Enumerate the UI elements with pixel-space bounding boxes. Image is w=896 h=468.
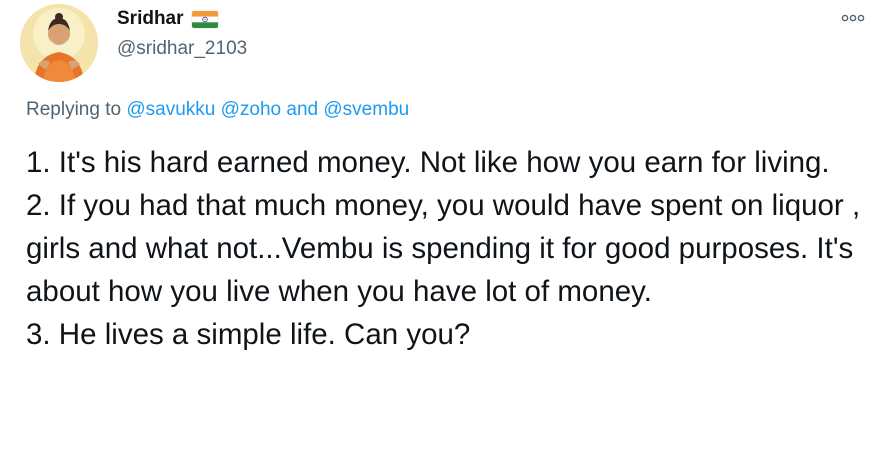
tweet-line: 1. It's his hard earned money. Not like … xyxy=(26,146,830,179)
avatar-image xyxy=(20,4,98,82)
tweet-card: Sridhar @sridhar_2103 Replying to @savuk… xyxy=(0,0,896,468)
user-info: Sridhar @sridhar_2103 xyxy=(117,6,247,61)
mention-link-savukku[interactable]: @savukku xyxy=(126,99,215,120)
mention-link-svembu[interactable]: @svembu xyxy=(323,99,409,120)
replying-to-connector[interactable]: and xyxy=(286,99,318,120)
tweet-line: 3. He lives a simple life. Can you? xyxy=(26,318,471,351)
avatar[interactable] xyxy=(20,4,98,82)
name-row: Sridhar xyxy=(117,6,247,32)
user-handle[interactable]: @sridhar_2103 xyxy=(117,37,247,61)
tweet-text: 1. It's his hard earned money. Not like … xyxy=(26,141,876,356)
replying-to-prefix: Replying to xyxy=(26,99,122,120)
more-options-button[interactable] xyxy=(840,8,866,28)
display-name[interactable]: Sridhar xyxy=(117,7,184,31)
mention-link-zoho[interactable]: @zoho xyxy=(221,99,282,120)
tweet-line: 2. If you had that much money, you would… xyxy=(26,189,861,308)
india-flag-icon xyxy=(191,10,218,28)
more-options-icon xyxy=(841,14,865,22)
replying-to: Replying to @savukku @zoho and @svembu xyxy=(26,98,409,122)
